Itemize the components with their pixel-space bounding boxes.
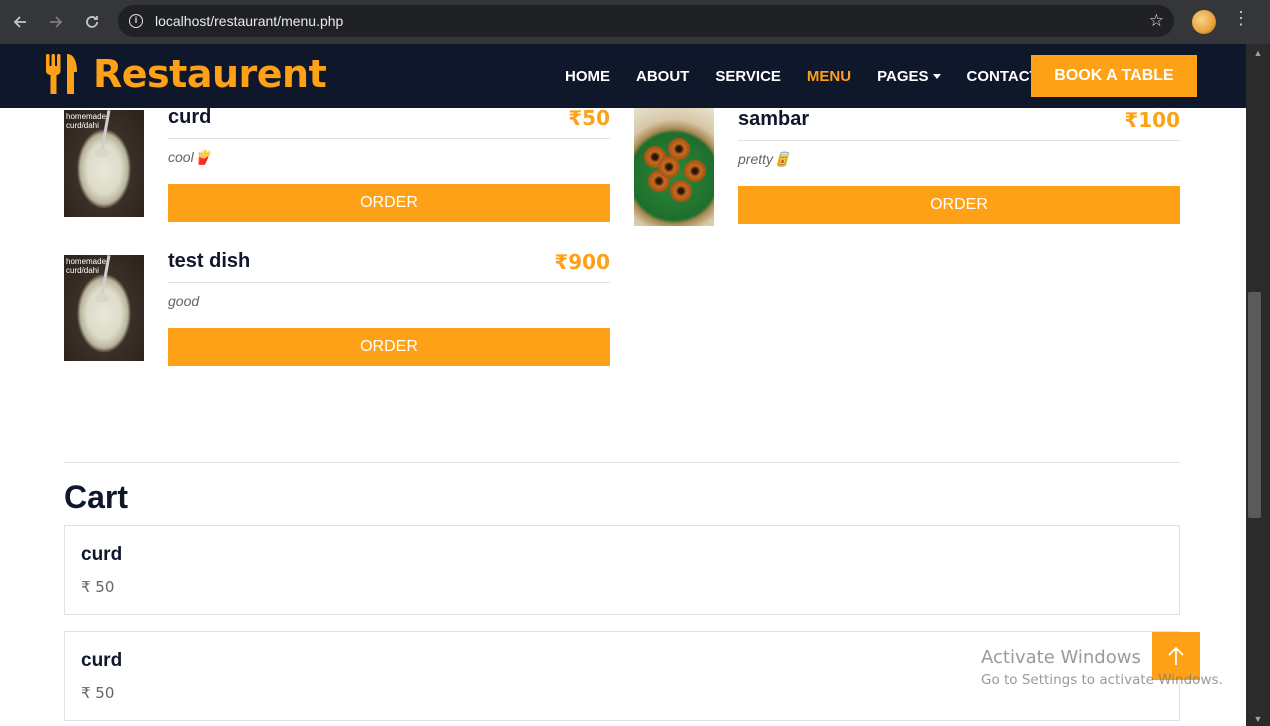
- nav-menu[interactable]: MENU: [807, 68, 851, 85]
- caret-down-icon: [932, 74, 941, 80]
- image-caption: homemade curd/dahi: [66, 257, 107, 275]
- menu-item-description: pretty🥫: [738, 151, 791, 167]
- watermark-subtitle: Go to Settings to activate Windows.: [981, 672, 1223, 688]
- menu-item-name: test dish: [168, 250, 251, 272]
- curd-image: homemade curd/dahi: [64, 110, 144, 217]
- book-a-table-button[interactable]: BOOK A TABLE: [1031, 55, 1197, 97]
- menu-item-description: good: [168, 293, 200, 309]
- sambar-image: [634, 108, 714, 226]
- menu-item-price: ₹900: [554, 250, 610, 274]
- spoon-bowl-shape: [95, 148, 109, 158]
- watermark-title: Activate Windows: [981, 647, 1141, 668]
- page-viewport: Restaurent HOME ABOUT SERVICE MENU PAGES…: [0, 44, 1246, 726]
- utensils-icon: [46, 54, 77, 94]
- section-divider: [64, 462, 1180, 463]
- cart-item-name: curd: [81, 650, 123, 671]
- order-button[interactable]: ORDER: [168, 184, 610, 222]
- nav-contact[interactable]: CONTACT: [967, 68, 1039, 85]
- activate-windows-watermark: Activate Windows Go to Settings to activ…: [981, 647, 1223, 688]
- nav-pages-dropdown[interactable]: PAGES: [877, 67, 941, 85]
- reload-icon: [86, 16, 98, 28]
- item-divider: [168, 282, 610, 283]
- brand-logo[interactable]: Restaurent: [45, 52, 327, 96]
- site-navbar: Restaurent HOME ABOUT SERVICE MENU PAGES…: [0, 44, 1246, 108]
- cart-item: curd ₹ 50: [64, 525, 1180, 615]
- address-bar[interactable]: i localhost/restaurant/menu.php ☆: [118, 5, 1174, 37]
- cart-item-price: ₹ 50: [81, 684, 115, 702]
- cart-item-name: curd: [81, 544, 123, 565]
- order-button[interactable]: ORDER: [738, 186, 1180, 224]
- order-button[interactable]: ORDER: [168, 328, 610, 366]
- forward-button[interactable]: [38, 4, 74, 40]
- cart-heading: Cart: [64, 479, 129, 515]
- info-icon[interactable]: i: [120, 5, 152, 37]
- back-button[interactable]: [2, 4, 38, 40]
- item-divider: [168, 138, 610, 139]
- nav-pages-label: PAGES: [877, 67, 929, 85]
- menu-item-name: curd: [168, 106, 212, 128]
- browser-toolbar: i localhost/restaurant/menu.php ☆ ⋮: [0, 0, 1270, 44]
- scroll-thumb[interactable]: [1248, 292, 1261, 518]
- reload-button[interactable]: [74, 4, 110, 40]
- vada-shape: [684, 160, 706, 182]
- profile-avatar[interactable]: [1192, 10, 1216, 34]
- browser-menu-icon[interactable]: ⋮: [1232, 8, 1250, 29]
- menu-item-price: ₹100: [1124, 108, 1180, 132]
- image-caption: homemade curd/dahi: [66, 112, 107, 130]
- nav-links: HOME ABOUT SERVICE MENU PAGES CONTACT: [565, 44, 1065, 108]
- menu-item-price: ₹50: [568, 106, 610, 130]
- test-dish-image: homemade curd/dahi: [64, 255, 144, 361]
- nav-about[interactable]: ABOUT: [636, 68, 689, 85]
- menu-item-description: cool🍟: [168, 149, 212, 165]
- page-scrollbar[interactable]: ▲ ▼: [1246, 44, 1270, 726]
- nav-service[interactable]: SERVICE: [715, 68, 781, 85]
- arrow-right-icon: [50, 16, 63, 28]
- item-divider: [738, 140, 1180, 141]
- menu-item-name: sambar: [738, 108, 810, 130]
- url-text[interactable]: localhost/restaurant/menu.php: [155, 13, 343, 29]
- vada-shape: [670, 180, 692, 202]
- scroll-up-arrow-icon[interactable]: ▲: [1246, 48, 1270, 58]
- vada-shape: [658, 156, 680, 178]
- spoon-bowl-shape: [95, 293, 109, 303]
- cart-item-price: ₹ 50: [81, 578, 115, 596]
- scroll-down-arrow-icon[interactable]: ▼: [1246, 714, 1270, 724]
- brand-name: Restaurent: [93, 52, 327, 96]
- arrow-left-icon: [13, 16, 26, 28]
- bookmark-star-icon[interactable]: ☆: [1149, 11, 1164, 31]
- nav-home[interactable]: HOME: [565, 68, 610, 85]
